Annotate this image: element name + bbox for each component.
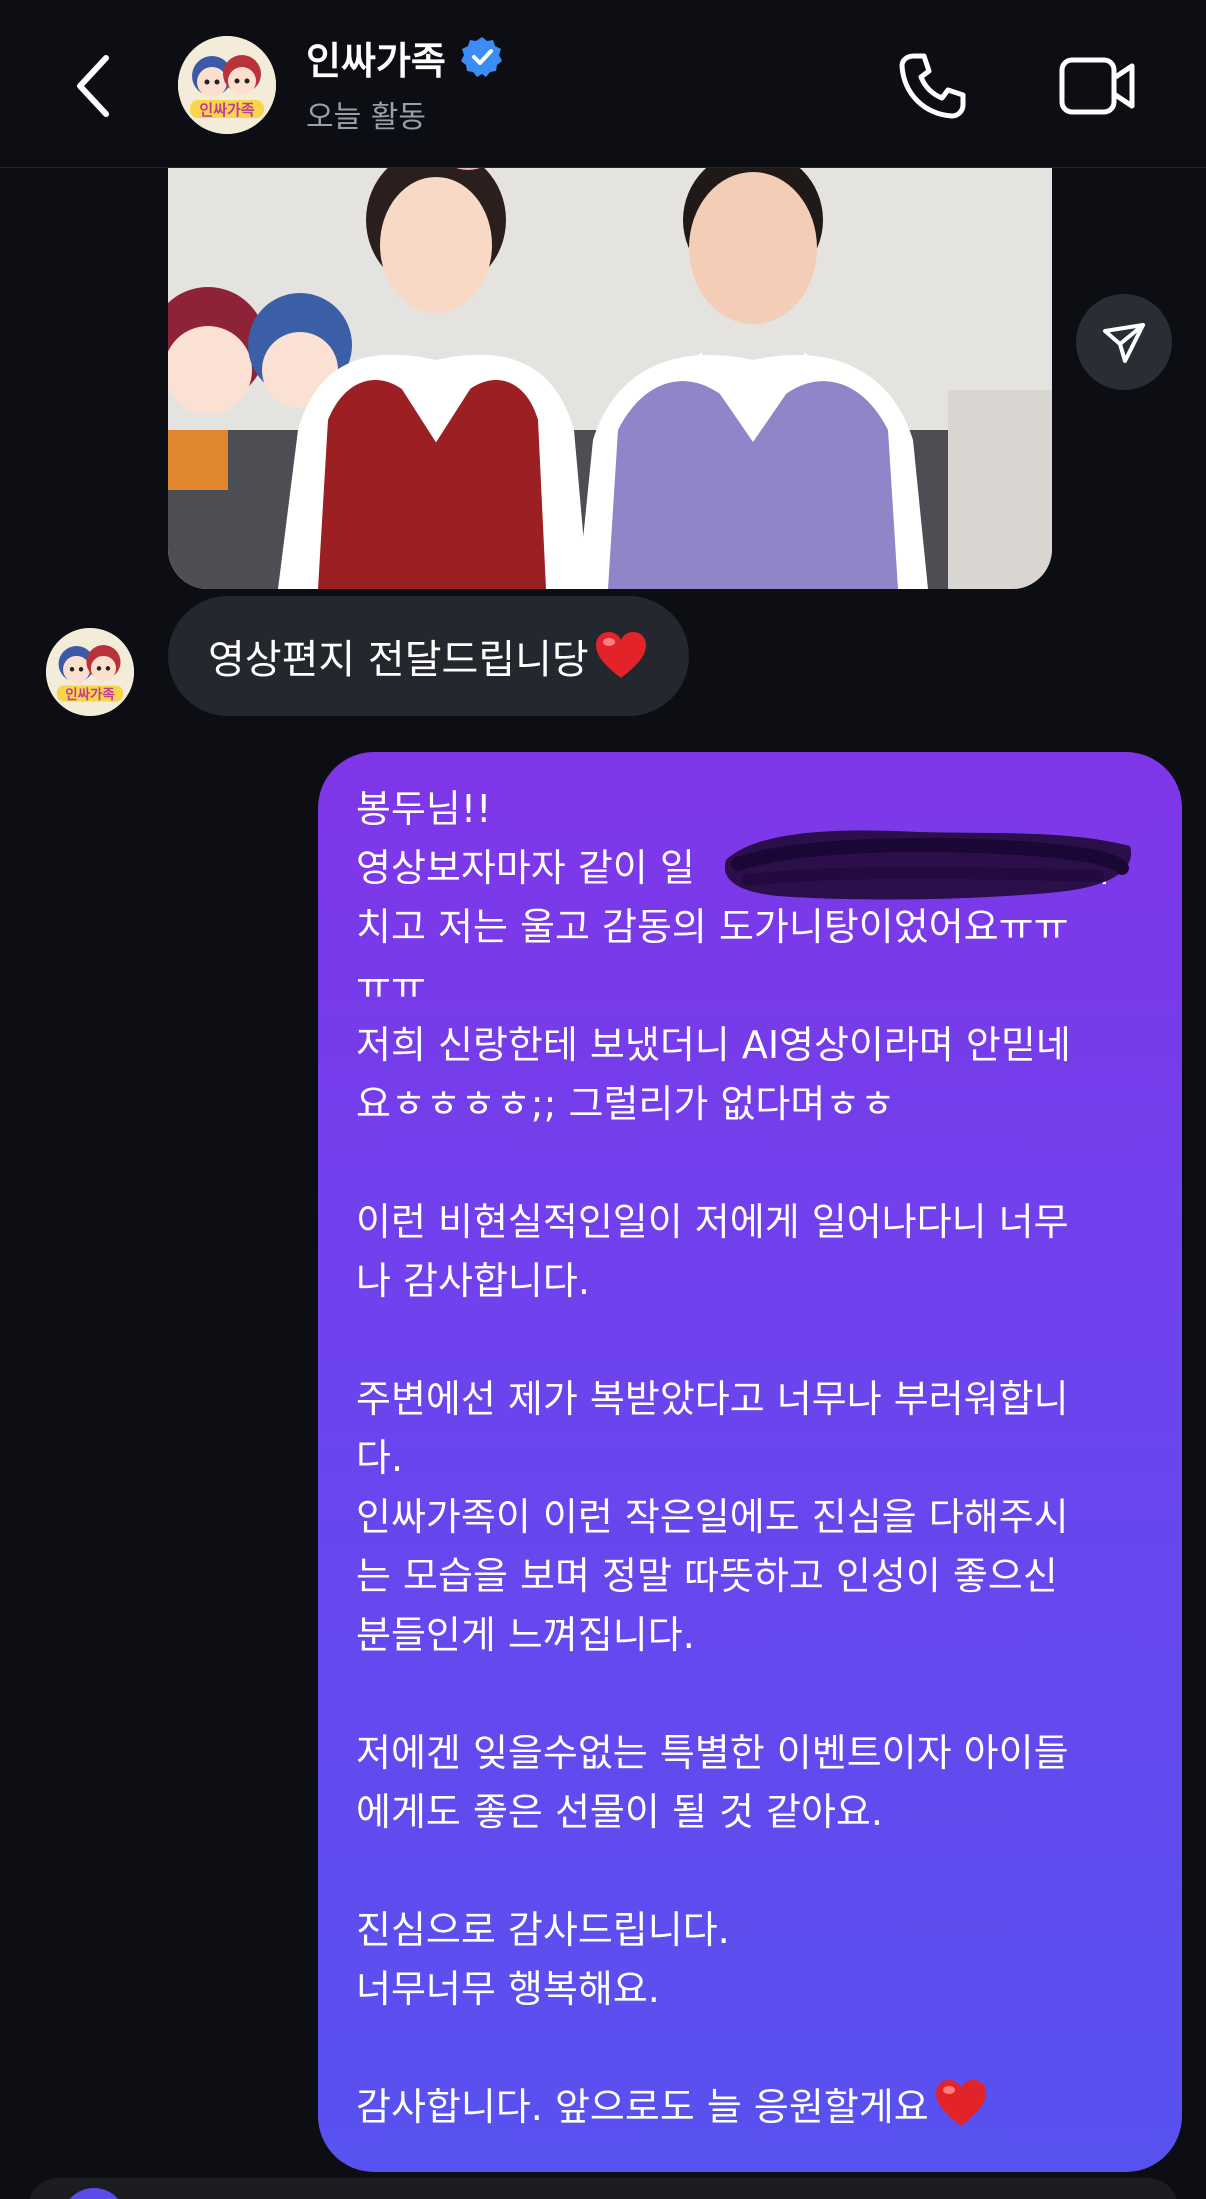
share-button[interactable] xyxy=(1076,294,1172,390)
chat-header: 인싸가족 인싸가족 오늘 활동 xyxy=(0,0,1206,168)
avatar-illustration-icon: 인싸가족 xyxy=(178,36,276,134)
message-line-part: 감사합니다. 앞으로도 늘 응원할게요 xyxy=(356,2085,929,2129)
video-camera-icon xyxy=(1059,57,1135,115)
video-frame-image xyxy=(168,130,1052,589)
avatar[interactable]: 인싸가족 xyxy=(178,36,276,134)
received-message-bubble[interactable]: 영상편지 전달드립니당 xyxy=(168,596,689,716)
chat-title: 인싸가족 xyxy=(306,38,446,83)
message-line: 감사합니다. 앞으로도 늘 응원할게요 xyxy=(356,2078,1144,2137)
chat-title-row[interactable]: 인싸가족 xyxy=(306,30,504,84)
redaction-scribble xyxy=(724,830,1132,900)
message-line: 너무너무 행복해요. xyxy=(356,1967,660,2011)
message-line: 인싸가족이 이런 작은일에도 진심을 다해주시 xyxy=(356,1495,1069,1539)
back-button[interactable] xyxy=(62,46,132,126)
call-button[interactable] xyxy=(892,46,972,126)
message-line: 요ㅎㅎㅎㅎ;; 그럴리가 없다며ㅎㅎ xyxy=(356,1082,896,1126)
sender-avatar[interactable]: 인싸가족 xyxy=(46,628,134,716)
message-line: 에게도 좋은 선물이 될 것 같아요. xyxy=(356,1790,883,1834)
message-line: 는 모습을 보며 정말 따뜻하고 인성이 좋으신 xyxy=(356,1554,1058,1598)
received-message-text: 영상편지 전달드립니당 xyxy=(208,637,589,683)
phone-icon xyxy=(899,53,966,119)
heart-icon xyxy=(595,632,646,678)
send-share-icon xyxy=(1103,323,1145,363)
sent-message-bubble[interactable]: 봉두님!! 영상보자마자 같이 일소리 치고 저는 울고 감동의 도가니탕이었어… xyxy=(318,752,1182,2172)
message-line: 치고 저는 울고 감동의 도가니탕이었어요ㅠㅠ xyxy=(356,905,1069,949)
message-line: 주변에선 제가 복받았다고 너무나 부러워합니 xyxy=(356,1377,1069,1421)
avatar-illustration-icon: 인싸가족 xyxy=(46,628,134,716)
video-message-thumbnail[interactable] xyxy=(168,130,1052,589)
chevron-left-icon xyxy=(77,55,109,117)
message-line: 저희 신랑한테 보냈더니 AI영상이라며 안믿네 xyxy=(356,1023,1071,1067)
message-line: 진심으로 감사드립니다. xyxy=(356,1908,730,1952)
video-call-button[interactable] xyxy=(1058,50,1138,122)
message-line: 이런 비현실적인일이 저에게 일어나다니 너무 xyxy=(356,1200,1069,1244)
heart-icon xyxy=(935,2080,986,2126)
avatar-logo-text: 인싸가족 xyxy=(65,686,115,703)
chat-screen: 인싸가족 인싸가족 오늘 활동 인싸가족 영상편지 전달드립니당 봉두님!! 영… xyxy=(0,0,1206,2199)
message-line: 다. xyxy=(356,1436,404,1480)
message-line: 저에겐 잊을수없는 특별한 이벤트이자 아이들 xyxy=(356,1731,1069,1775)
activity-status: 오늘 활동 xyxy=(306,100,426,135)
message-composer[interactable] xyxy=(28,2178,1178,2199)
verified-badge-icon xyxy=(460,37,502,77)
avatar-logo-text: 인싸가족 xyxy=(199,101,254,119)
message-line-part: 영상보자마자 같이 일 xyxy=(356,846,695,890)
message-line: 나 감사합니다. xyxy=(356,1259,590,1303)
message-line: 분들인게 느껴집니다. xyxy=(356,1613,695,1657)
message-line: ㅠㅠ xyxy=(356,964,426,1008)
